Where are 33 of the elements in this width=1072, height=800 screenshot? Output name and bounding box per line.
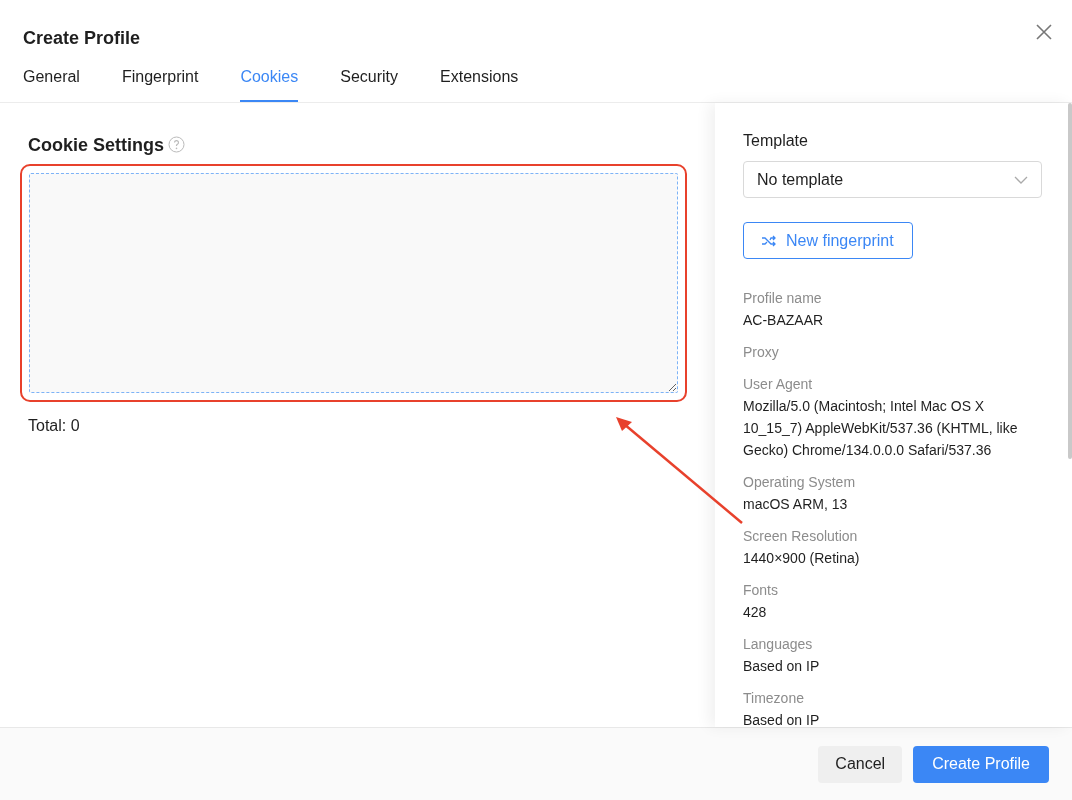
field-label: Languages xyxy=(743,635,814,654)
template-label: Template xyxy=(743,131,809,151)
field-label: User Agent xyxy=(743,375,814,394)
field-label: Proxy xyxy=(743,343,780,362)
field-value: 428 xyxy=(743,603,768,622)
field-value: macOS ARM, 13 xyxy=(743,495,849,514)
new-fingerprint-button[interactable]: New fingerprint xyxy=(743,222,913,259)
field-value: Mozilla/5.0 (Macintosh; Intel Mac OS X 10_15_7) AppleWebKit/537.36 (KHTML, like Gecko) Chrome/134.0.0.0 Safari/537.36 xyxy=(743,397,1019,460)
field-value: Based on IP xyxy=(743,657,821,676)
field-value: 1440×900 (Retina) xyxy=(743,549,861,568)
shuffle-icon xyxy=(762,234,776,247)
tab[interactable]: Security xyxy=(340,66,398,102)
field-label: Profile name xyxy=(743,289,823,308)
field-value: Based on IP xyxy=(743,711,821,727)
total-count: Total: 0 xyxy=(28,416,81,436)
tab[interactable]: Fingerprint xyxy=(121,66,199,102)
field-label: Timezone xyxy=(743,689,805,708)
field-label: Screen Resolution xyxy=(743,527,859,546)
cancel-button[interactable]: Cancel xyxy=(818,745,903,783)
create-button[interactable]: Create Profile xyxy=(913,745,1049,783)
section-title: Cookie Settings xyxy=(28,135,165,155)
tab[interactable]: Extensions xyxy=(440,66,519,102)
field-label: Operating System xyxy=(743,473,857,492)
help-icon[interactable] xyxy=(168,136,186,153)
chevron-down-icon xyxy=(1014,175,1028,184)
field-label: Fonts xyxy=(743,581,779,600)
dialog-title: Create Profile xyxy=(23,27,141,50)
close-icon[interactable] xyxy=(1034,22,1054,42)
scrollbar[interactable] xyxy=(1068,103,1072,459)
tab[interactable]: Cookies xyxy=(240,66,299,102)
tab[interactable]: General xyxy=(23,66,80,102)
field-value: AC-BAZAAR xyxy=(743,311,825,330)
template-select[interactable]: No template xyxy=(743,161,1042,198)
